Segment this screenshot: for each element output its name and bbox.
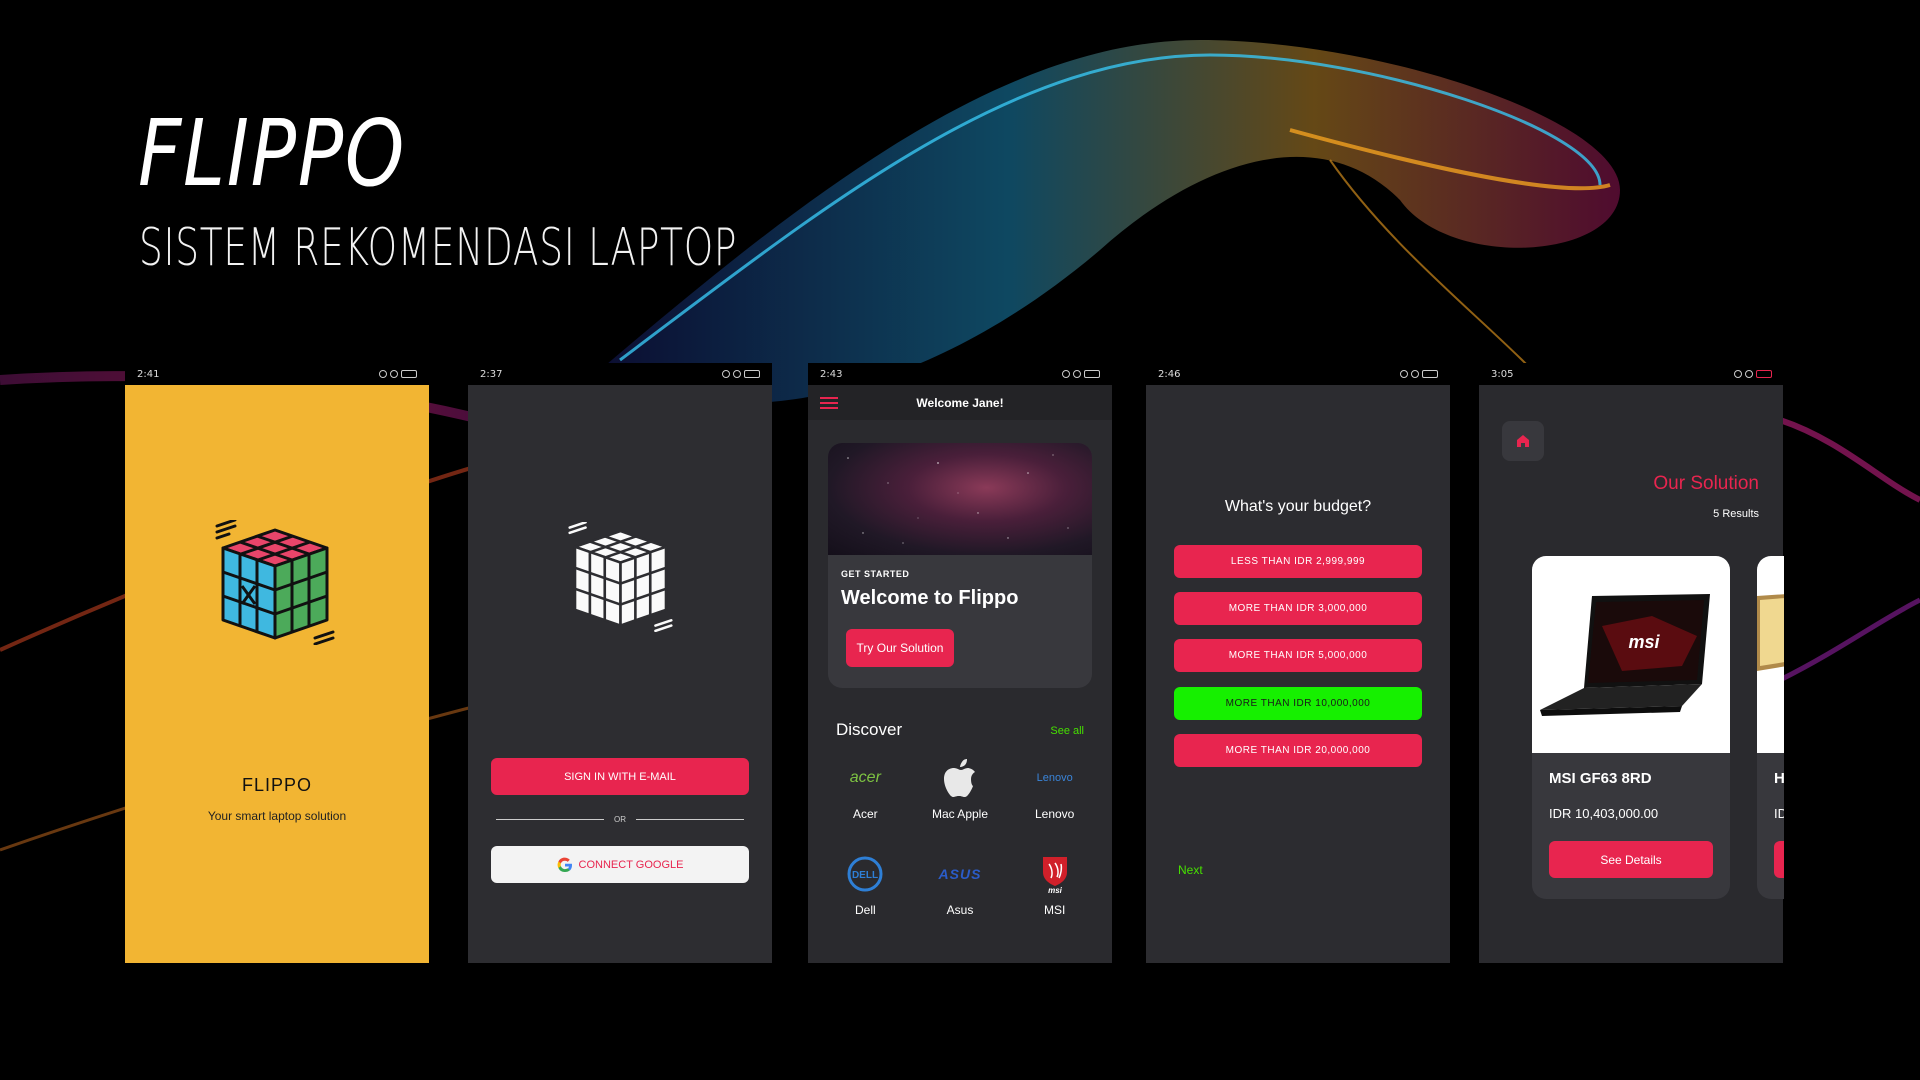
header-title: Welcome Jane! <box>916 395 1004 410</box>
brand-label: MSI <box>1043 903 1066 917</box>
laptop-image <box>1757 556 1784 753</box>
next-button[interactable]: Next <box>1178 863 1203 877</box>
see-details-button[interactable] <box>1774 841 1784 878</box>
budget-question: What's your budget? <box>1224 498 1372 515</box>
budget-option-selected[interactable]: MORE THAN IDR 10,000,000 <box>1174 687 1422 720</box>
brand-label: Lenovo <box>1034 807 1075 821</box>
msi-logo-icon: msi <box>1042 857 1067 894</box>
brand-dell[interactable]: DELL Dell <box>818 851 913 929</box>
hero-title: FLIPPO <box>138 100 406 207</box>
status-time: 2:37 <box>480 368 503 380</box>
get-started-card: GET STARTED Welcome to Flippo Try Our So… <box>828 443 1092 688</box>
brand-acer[interactable]: acer Acer <box>818 755 913 833</box>
brand-apple[interactable]: Mac Apple <box>913 755 1008 833</box>
or-label: OR <box>614 815 626 824</box>
status-bar: 3:05 <box>1479 363 1784 385</box>
solution-screen: Our Solution 5 Results msi MSI GF63 8RD … <box>1479 385 1784 963</box>
budget-option[interactable]: MORE THAN IDR 20,000,000 <box>1174 734 1422 767</box>
brand-grid: acer Acer Mac Apple Lenovo Lenovo DELL D… <box>818 755 1102 929</box>
app-header: Welcome Jane! <box>808 385 1112 420</box>
brand-msi[interactable]: msi MSI <box>1007 851 1102 929</box>
status-bar: 2:37 <box>468 363 772 385</box>
svg-text:msi: msi <box>1048 886 1063 894</box>
brand-label: Dell <box>854 903 876 917</box>
signin-email-button[interactable]: SIGN IN WITH E-MAIL <box>491 758 749 795</box>
brand-label: Acer <box>852 807 878 821</box>
status-bar: 2:41 <box>125 363 429 385</box>
product-name: MSI GF63 8RD <box>1549 770 1652 787</box>
status-icons <box>1062 370 1100 378</box>
card-title: Welcome to Flippo <box>841 587 1019 609</box>
try-solution-button[interactable]: Try Our Solution <box>846 629 954 667</box>
apple-icon <box>943 759 975 797</box>
app-tagline: Your smart laptop solution <box>207 809 347 823</box>
phone-signin-screen: 2:37 SIGN IN WITH E-MAIL OR CONNECT GOOG… <box>468 363 772 963</box>
budget-option[interactable]: MORE THAN IDR 5,000,000 <box>1174 639 1422 672</box>
phone-solution-screen: 3:05 Our Solution 5 Results msi MSI GF63… <box>1479 363 1784 963</box>
app-name: FLIPPO <box>241 775 313 795</box>
google-icon <box>557 857 572 872</box>
status-time: 3:05 <box>1491 368 1514 380</box>
see-details-button[interactable]: See Details <box>1549 841 1713 878</box>
acer-logo-icon: acer <box>849 769 881 786</box>
home-screen: Welcome Jane! GET STARTED Welcome to Fli… <box>808 385 1112 963</box>
solution-title: Our Solution <box>1653 473 1759 494</box>
rubiks-cube-icon <box>215 520 335 645</box>
msi-brand-mark: msi <box>1628 632 1660 652</box>
phone-splash-screen: 2:41 FLIPPO Your smart laptop solution <box>125 363 429 963</box>
svg-text:DELL: DELL <box>852 870 878 881</box>
brand-asus[interactable]: ASUS Asus <box>913 851 1008 929</box>
home-icon <box>1517 435 1529 447</box>
or-divider: OR <box>496 815 744 824</box>
status-icons <box>1400 370 1438 378</box>
hero-subtitle: SISTEM REKOMENDASI LAPTOP <box>139 218 738 278</box>
connect-google-button[interactable]: CONNECT GOOGLE <box>491 846 749 883</box>
status-bar: 2:46 <box>1146 363 1450 385</box>
status-bar: 2:43 <box>808 363 1112 385</box>
status-icons <box>379 370 417 378</box>
budget-screen: What's your budget? LESS THAN IDR 2,999,… <box>1146 385 1450 963</box>
status-time: 2:46 <box>1158 368 1181 380</box>
signin-screen: SIGN IN WITH E-MAIL OR CONNECT GOOGLE <box>468 385 772 963</box>
phone-budget-screen: 2:46 What's your budget? LESS THAN IDR 2… <box>1146 363 1450 963</box>
asus-logo-icon: ASUS <box>938 866 982 882</box>
budget-option[interactable]: MORE THAN IDR 3,000,000 <box>1174 592 1422 625</box>
connect-google-label: CONNECT GOOGLE <box>578 858 684 871</box>
results-count: 5 Results <box>1713 508 1759 520</box>
product-price: IDR 10,403,000.00 <box>1549 806 1659 821</box>
galaxy-banner-image <box>828 443 1092 555</box>
card-kicker: GET STARTED <box>841 569 910 579</box>
product-price: ID <box>1774 806 1784 821</box>
brand-label: Mac Apple <box>931 807 989 821</box>
status-icons <box>722 370 760 378</box>
status-time: 2:41 <box>137 368 160 380</box>
home-button[interactable] <box>1502 421 1544 461</box>
laptop-image: msi <box>1532 556 1730 753</box>
brand-label: Asus <box>946 903 974 917</box>
product-name: H <box>1774 770 1784 787</box>
product-card: msi MSI GF63 8RD IDR 10,403,000.00 See D… <box>1532 556 1730 899</box>
see-all-link[interactable]: See all <box>1050 725 1084 737</box>
status-icons <box>1734 370 1772 378</box>
dell-logo-icon: DELL <box>847 856 883 892</box>
phone-home-screen: 2:43 Welcome Jane! GET STARTED Welcome t… <box>808 363 1112 963</box>
splash-screen: FLIPPO Your smart laptop solution <box>125 385 429 963</box>
brand-lenovo[interactable]: Lenovo Lenovo <box>1007 755 1102 833</box>
discover-heading: Discover <box>836 720 903 739</box>
lenovo-logo-icon: Lenovo <box>1036 772 1073 784</box>
status-time: 2:43 <box>820 368 843 380</box>
budget-option[interactable]: LESS THAN IDR 2,999,999 <box>1174 545 1422 578</box>
product-card-partial: H ID <box>1757 556 1784 899</box>
rubiks-cube-icon <box>568 522 673 632</box>
